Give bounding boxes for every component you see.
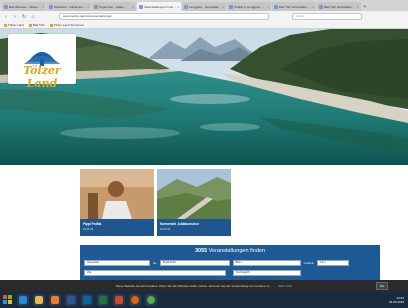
tab-title: Veranstaltungen in der Reg... [144, 4, 176, 9]
close-tab-icon[interactable]: × [222, 5, 224, 9]
date-from-select[interactable]: Heute/Alle [84, 260, 150, 266]
browser-tab[interactable]: Bad Tölz Veranstaltungen ...× [272, 2, 316, 11]
tab-title: Urlaub in Lenggries ... [234, 4, 264, 9]
cookie-banner: Diese Website benutzt Cookies. Wenn Sie … [0, 280, 408, 291]
event-card[interactable]: Pippi Politia 30.06.18 [80, 169, 154, 236]
tab-favicon-icon [319, 4, 323, 9]
browser-tab[interactable]: Lenggries - Veranstalt... × [182, 2, 226, 11]
event-card-photo [157, 169, 231, 219]
tab-favicon-icon [229, 4, 233, 9]
close-tab-icon[interactable]: × [267, 5, 269, 9]
browser-tab-strip: Bad Wiessee - Wissen für ...×Übersicht -… [0, 0, 408, 11]
firefox-icon[interactable] [129, 293, 141, 306]
bookmark-icon [28, 23, 32, 27]
event-search-heading: 3055 Veranstaltungen finden [80, 248, 380, 254]
category-select[interactable]: Bitte... [232, 260, 301, 266]
radius-select[interactable]: 0 km [316, 260, 349, 266]
tab-title: Bad Tölz Veranstaltungen ... [324, 4, 357, 9]
media-player-icon[interactable] [49, 293, 61, 306]
location-select[interactable]: Alle [84, 270, 226, 276]
bookmark-icon [49, 23, 53, 27]
tab-title: Bad Tölz Veranstaltungen ... [279, 4, 312, 9]
date-to-input[interactable]: 30.06.2018 [159, 260, 230, 266]
reload-button[interactable]: ↻ [21, 14, 27, 20]
tab-favicon-icon [94, 4, 98, 9]
close-tab-icon[interactable]: × [357, 5, 359, 9]
browser-tab[interactable]: Übersicht - Gästeserv... × [47, 2, 91, 11]
close-tab-icon[interactable]: × [87, 5, 89, 9]
close-tab-icon[interactable]: × [312, 5, 314, 9]
outlook-icon[interactable] [81, 293, 93, 306]
tab-favicon-icon [4, 4, 8, 9]
tab-title: Bad Wiessee - Wissen für ... [9, 4, 41, 9]
tolzer-land-logo[interactable]: Tölzer Land [8, 34, 76, 90]
home-button[interactable]: ⌂ [30, 14, 36, 20]
logo-text: Tölzer Land [23, 64, 61, 90]
new-tab-button[interactable]: + [362, 3, 368, 11]
bis-label: bis [153, 261, 157, 265]
event-card-date: 30.06.18 [83, 228, 94, 231]
umkreis-label: Umkreis [303, 261, 314, 265]
clock-date: 29.06.2018 [388, 299, 404, 304]
close-tab-icon[interactable]: × [132, 5, 134, 9]
cookie-ok-button[interactable]: OK [375, 281, 388, 290]
folder-icon[interactable] [33, 293, 45, 306]
close-tab-icon[interactable]: × [42, 5, 44, 9]
bookmark-item[interactable]: Bad Tölz [28, 23, 45, 27]
system-clock[interactable]: 12:40 29.06.2018 [389, 296, 404, 304]
tab-favicon-icon [184, 4, 188, 9]
bookmark-label: Tölzer Land [8, 23, 24, 27]
browser-tab[interactable]: Urlaub in Lenggries ... × [227, 2, 271, 11]
browser-tab[interactable]: Bad Wiessee - Wissen für ...× [2, 2, 46, 11]
close-tab-icon[interactable]: × [177, 5, 179, 9]
cookie-text: Diese Website benutzt Cookies. Wenn Sie … [115, 283, 271, 288]
tab-title: Tegernsee - Gäste ... [99, 4, 128, 9]
keyword-input[interactable]: Suchbegriff... [233, 270, 301, 276]
cookie-more-link[interactable]: Mehr Infos [278, 284, 292, 288]
event-card-photo [80, 169, 154, 219]
tab-favicon-icon [274, 4, 278, 9]
browser-navbar: ‹ › ↻ ⌂ www.toelzer-land.de/veranstaltun… [0, 11, 408, 22]
featured-event-cards: Pippi Politia 30.06.18 Karwendel Jubiläu… [80, 169, 234, 236]
tab-title: Lenggries - Veranstalt... [189, 4, 221, 9]
back-button[interactable]: ‹ [3, 14, 9, 20]
tab-favicon-icon [139, 4, 143, 9]
windows-start-icon[interactable] [3, 294, 13, 305]
bookmark-item[interactable]: Tölzer Land Tourismus [49, 23, 84, 27]
bookmark-icon [4, 23, 7, 27]
event-card-date: 30.06.18 [160, 228, 171, 231]
browser-tab[interactable]: Veranstaltungen in der Reg...× [137, 2, 181, 11]
ie-icon[interactable] [17, 293, 29, 306]
bookmark-label: Tölzer Land Tourismus [53, 23, 84, 27]
event-card-title: Pippi Politia [83, 222, 102, 226]
browser-tab[interactable]: Bad Tölz Veranstaltungen ...× [317, 2, 361, 11]
event-card-title: Karwendel Jubiläumstour [160, 222, 199, 226]
search-input[interactable]: Suche [292, 13, 362, 20]
event-heading-text: Veranstaltungen finden [208, 248, 266, 254]
hero-lake-image: Tölzer Land [0, 29, 408, 165]
event-card[interactable]: Karwendel Jubiläumstour 30.06.18 [157, 169, 231, 236]
address-bar[interactable]: www.toelzer-land.de/veranstaltungen [59, 13, 269, 20]
powerpoint-icon[interactable] [113, 293, 125, 306]
browser-tab[interactable]: Tegernsee - Gäste ... × [92, 2, 136, 11]
bookmark-label: Bad Tölz [32, 23, 45, 27]
tab-favicon-icon [49, 4, 53, 9]
word-icon[interactable] [65, 293, 77, 306]
taskbar: 12:40 29.06.2018 [0, 291, 408, 308]
chrome-icon[interactable] [145, 293, 157, 306]
excel-icon[interactable] [97, 293, 109, 306]
bookmarks-bar: Tölzer Land Bad Tölz Tölzer Land Tourismus [0, 22, 408, 29]
tab-title: Übersicht - Gästeserv... [54, 4, 86, 9]
bookmark-item[interactable]: Tölzer Land [4, 23, 24, 27]
forward-button[interactable]: › [12, 14, 18, 20]
event-count: 3055 [194, 248, 208, 254]
